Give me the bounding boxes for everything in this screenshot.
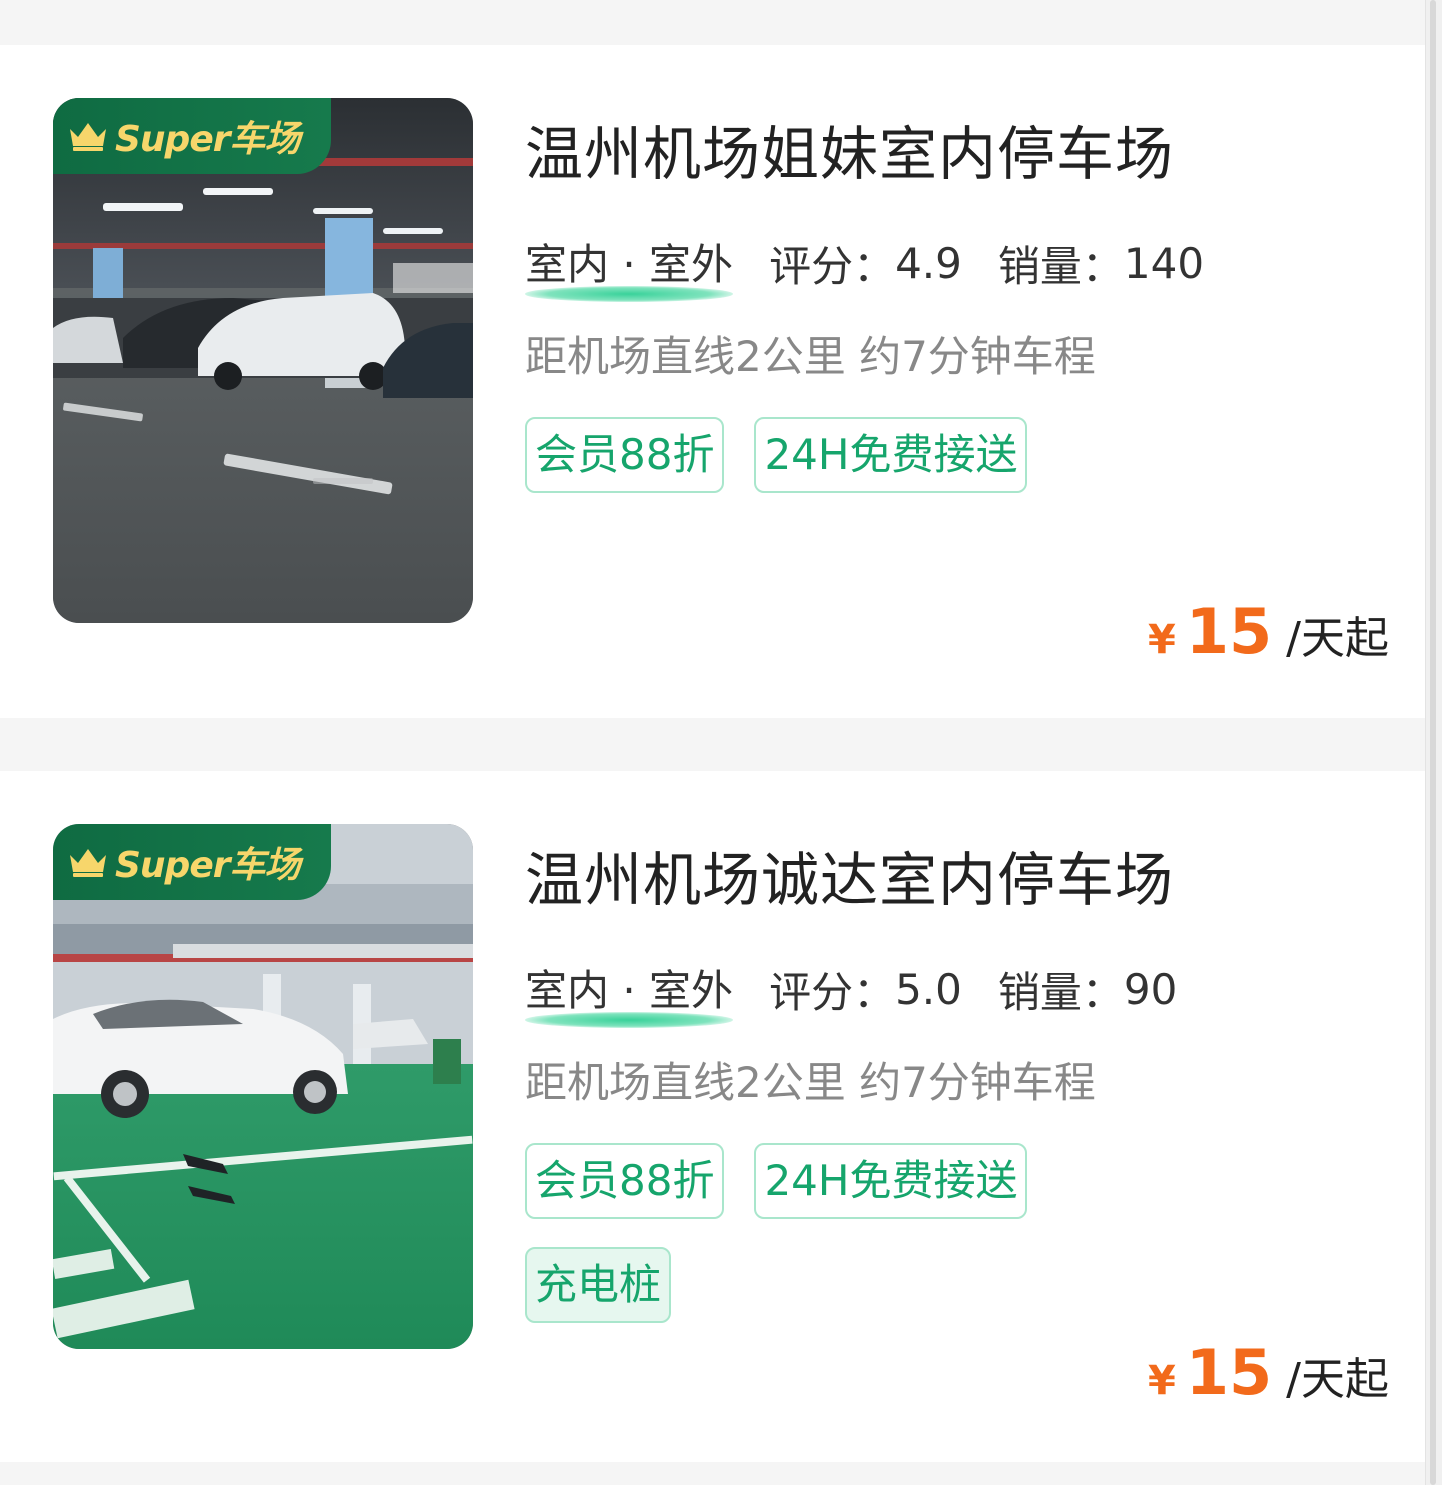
parking-lot-title[interactable]: 温州机场诚达室内停车场 [525, 833, 1174, 917]
vertical-scrollbar[interactable] [1425, 0, 1442, 1485]
venue-type: 室内 · 室外 [525, 957, 734, 1028]
scrollbar-thumb[interactable] [1430, 0, 1436, 1485]
price-value: 15 [1185, 595, 1273, 668]
tag-charging-station: 充电桩 [525, 1247, 672, 1323]
sales-value: 90 [1123, 965, 1178, 1014]
crown-icon [70, 849, 106, 877]
price-value: 15 [1185, 1336, 1273, 1409]
currency-symbol: ¥ [1148, 1358, 1176, 1404]
rating-label: 评分： [769, 968, 896, 1017]
distance-text: 距机场直线2公里 约7分钟车程 [525, 332, 1096, 381]
parking-lot-photo[interactable]: Super车场 [53, 824, 473, 1349]
parking-lot-meta: 室内 · 室外 评分： 4.9 销量： 140 [525, 231, 1205, 302]
rating-value: 5.0 [895, 965, 962, 1014]
parking-lot-card[interactable]: Super车场 温州机场诚达室内停车场 室内 · 室外 评分： 5.0 销量： … [0, 771, 1426, 1462]
tag-free-shuttle: 24H免费接送 [754, 1143, 1028, 1219]
parking-lot-title[interactable]: 温州机场姐妹室内停车场 [525, 107, 1174, 191]
tag-free-shuttle: 24H免费接送 [754, 417, 1028, 493]
currency-symbol: ¥ [1148, 617, 1176, 663]
super-lot-badge: Super车场 [53, 98, 331, 174]
tag-member-discount: 会员88折 [525, 417, 725, 493]
super-lot-badge: Super车场 [53, 824, 331, 900]
feature-tags: 会员88折 24H免费接送 [525, 417, 1085, 493]
badge-label: Super车场 [115, 119, 300, 160]
garage-photo-indoor [53, 98, 473, 623]
venue-type-label: 室内 · 室外 [525, 240, 734, 289]
badge-label: Super车场 [115, 845, 300, 886]
price-unit: /天起 [1286, 613, 1389, 664]
distance-text: 距机场直线2公里 约7分钟车程 [525, 1058, 1096, 1107]
parking-lot-card[interactable]: Super车场 温州机场姐妹室内停车场 室内 · 室外 评分： 4.9 销量： … [0, 45, 1426, 718]
price: ¥ 15 /天起 [1148, 595, 1389, 668]
crown-icon [70, 123, 106, 151]
venue-type-label: 室内 · 室外 [525, 966, 734, 1015]
sales-value: 140 [1123, 239, 1205, 288]
garage-photo-green-floor [53, 824, 473, 1349]
price: ¥ 15 /天起 [1148, 1336, 1389, 1409]
venue-type: 室内 · 室外 [525, 231, 734, 302]
rating-label: 评分： [769, 242, 896, 291]
feature-tags: 会员88折 24H免费接送 充电桩 [525, 1143, 1085, 1323]
parking-lot-photo[interactable]: Super车场 [53, 98, 473, 623]
sales-label: 销量： [997, 242, 1124, 291]
sales-label: 销量： [997, 968, 1124, 1017]
rating-value: 4.9 [895, 239, 962, 288]
price-unit: /天起 [1286, 1354, 1389, 1405]
tag-member-discount: 会员88折 [525, 1143, 725, 1219]
parking-lot-meta: 室内 · 室外 评分： 5.0 销量： 90 [525, 957, 1178, 1028]
